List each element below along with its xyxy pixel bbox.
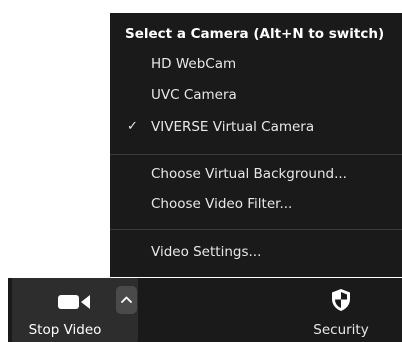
video-camera-icon (56, 292, 96, 312)
chevron-up-icon (121, 296, 132, 303)
camera-menu: Select a Camera (Alt+N to switch) HD Web… (110, 13, 402, 277)
security-label: Security (313, 322, 369, 338)
camera-option-label: VIVERSE Virtual Camera (151, 119, 315, 135)
security-button[interactable]: Security (296, 278, 386, 342)
camera-option-uvc-camera[interactable]: UVC Camera (110, 81, 402, 109)
choose-virtual-background-option[interactable]: Choose Virtual Background... (110, 160, 402, 188)
checkmark-icon: ✓ (127, 119, 138, 134)
menu-header: Select a Camera (Alt+N to switch) (125, 26, 385, 42)
meeting-toolbar: Stop Video Security (8, 278, 402, 342)
camera-option-label: HD WebCam (151, 56, 237, 72)
menu-option-label: Choose Video Filter... (151, 196, 293, 212)
video-options-caret-button[interactable] (116, 286, 137, 314)
menu-divider (110, 229, 402, 230)
video-settings-option[interactable]: Video Settings... (110, 238, 402, 266)
stop-video-button[interactable]: Stop Video (12, 278, 138, 342)
camera-option-label: UVC Camera (151, 87, 237, 103)
menu-option-label: Video Settings... (151, 244, 262, 260)
menu-option-label: Choose Virtual Background... (151, 166, 347, 182)
choose-video-filter-option[interactable]: Choose Video Filter... (110, 190, 402, 218)
stop-video-label: Stop Video (28, 322, 102, 338)
camera-option-viverse-virtual-camera[interactable]: ✓ VIVERSE Virtual Camera (110, 113, 402, 141)
zoom-window: Select a Camera (Alt+N to switch) HD Web… (0, 0, 402, 342)
camera-option-hd-webcam[interactable]: HD WebCam (110, 50, 402, 78)
menu-divider (110, 154, 402, 155)
shield-icon (330, 288, 352, 312)
